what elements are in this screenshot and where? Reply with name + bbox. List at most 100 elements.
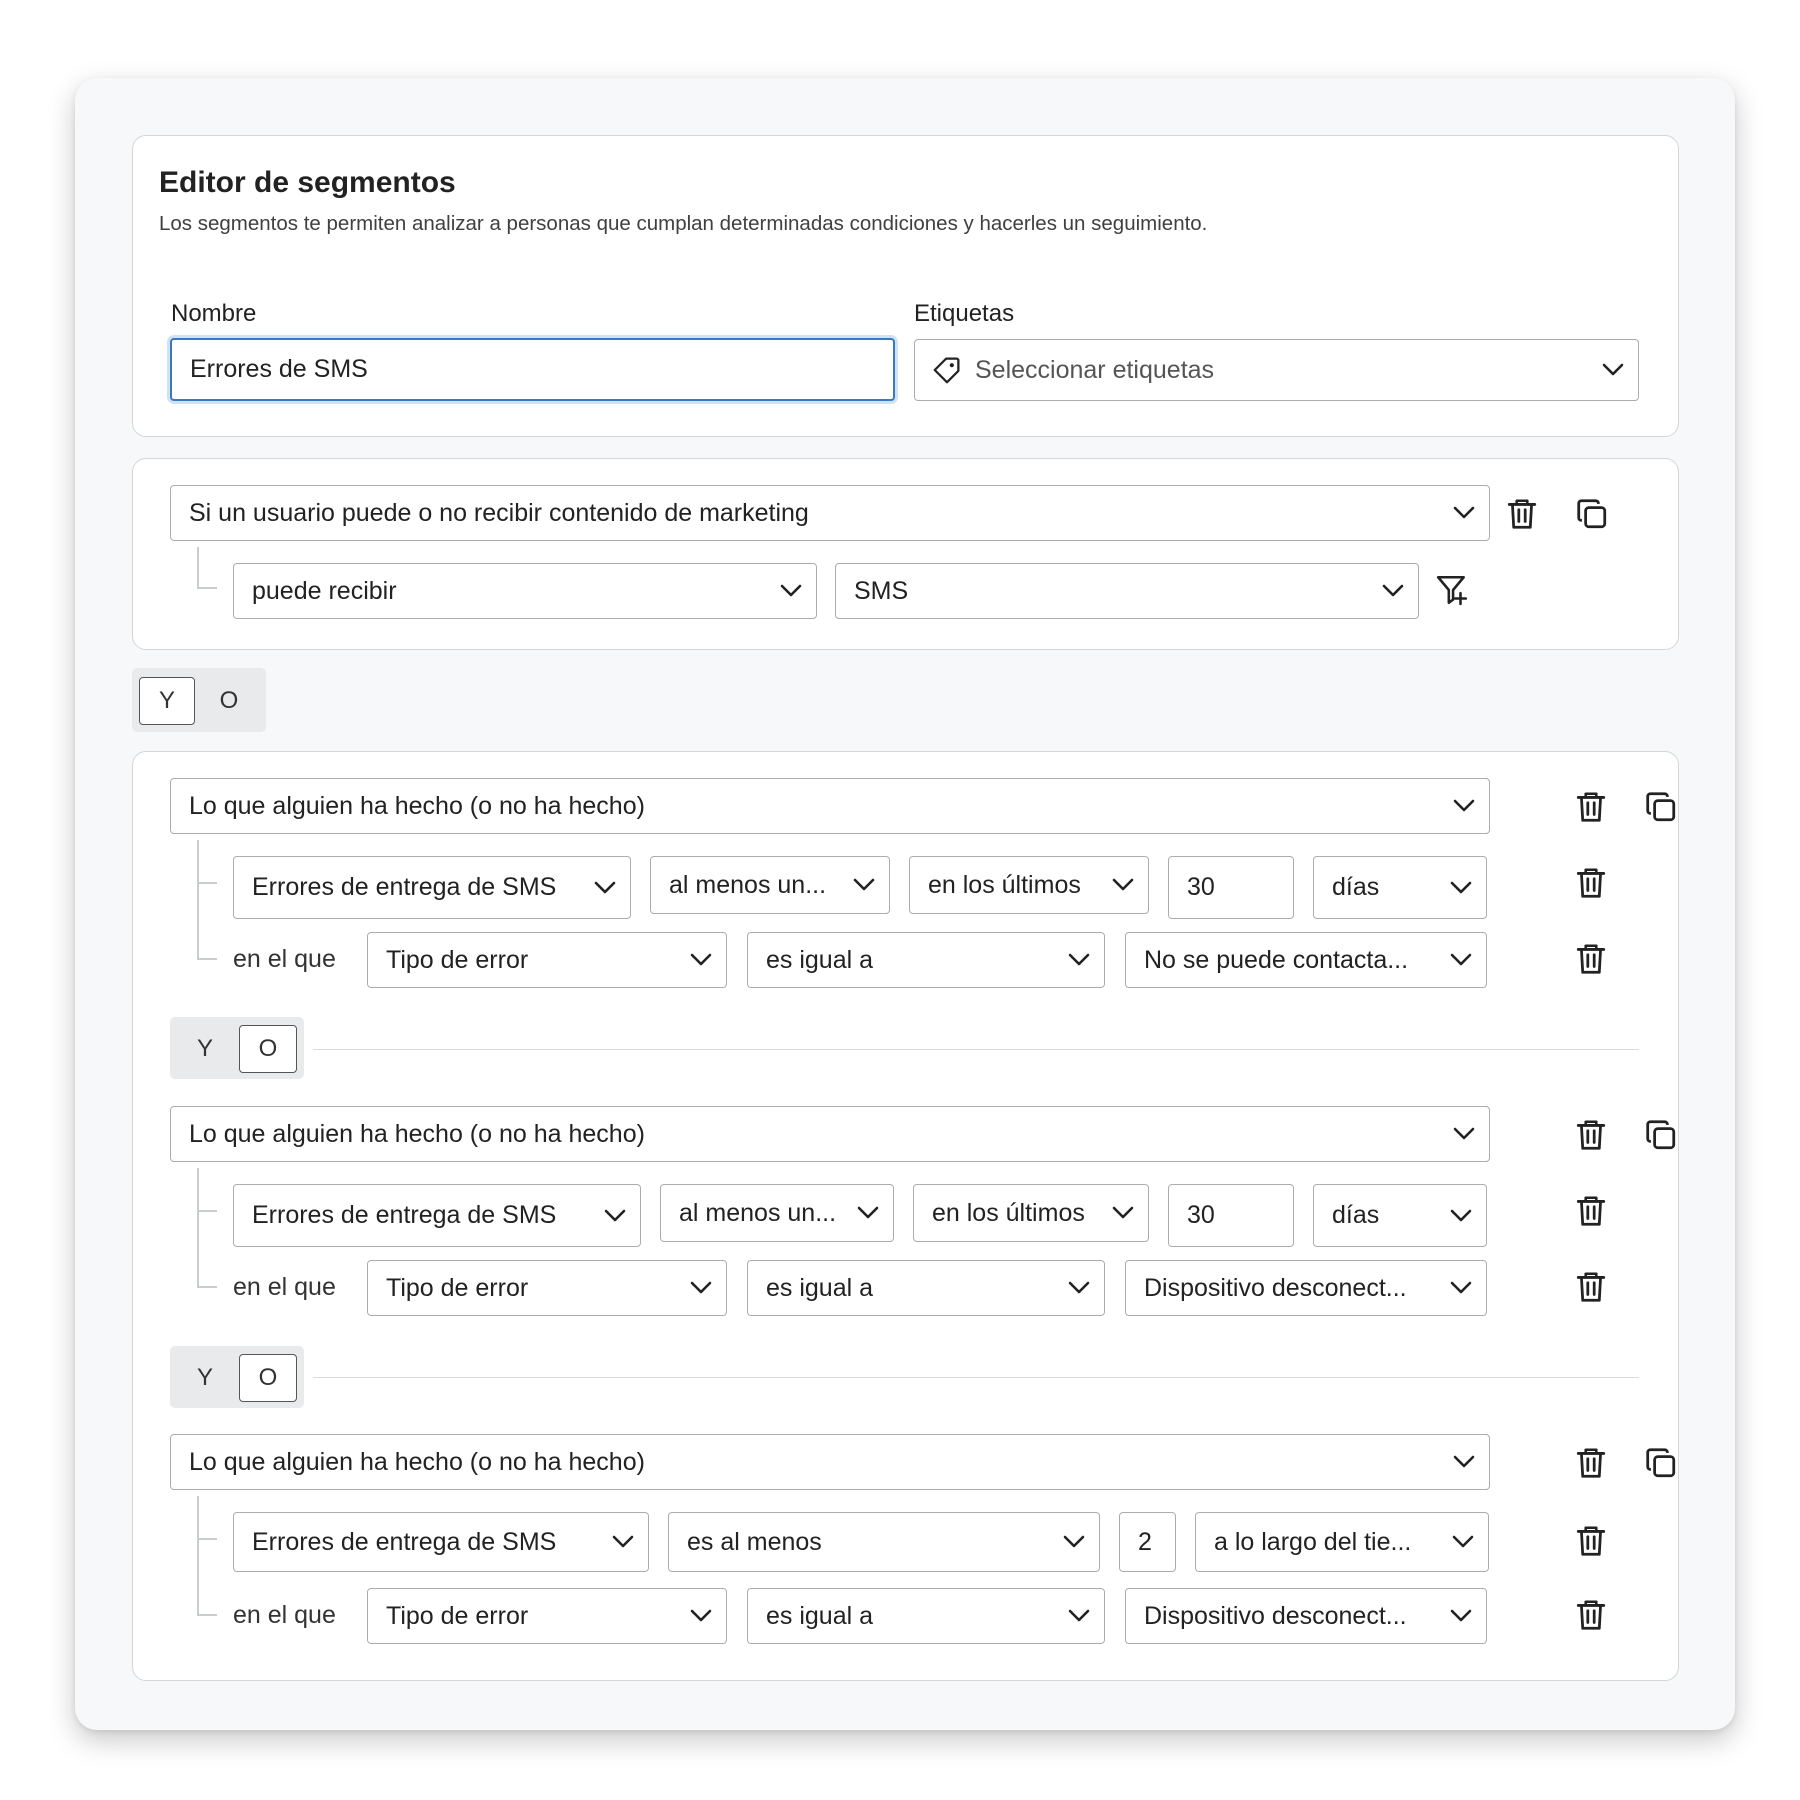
chevron-down-icon bbox=[612, 1535, 634, 1549]
header-card: Editor de segmentos Los segmentos te per… bbox=[132, 135, 1679, 437]
unit-select[interactable]: días bbox=[1313, 856, 1487, 919]
property-select[interactable]: Tipo de error bbox=[367, 1588, 727, 1644]
page-description: Los segmentos te permiten analizar a per… bbox=[159, 212, 1208, 235]
criterion-select[interactable]: Lo que alguien ha hecho (o no ha hecho) bbox=[170, 778, 1490, 834]
operator-value: es igual a bbox=[766, 1601, 874, 1630]
property-select[interactable]: Tipo de error bbox=[367, 932, 727, 988]
filter-add-icon bbox=[1435, 573, 1469, 607]
criterion-select[interactable]: Lo que alguien ha hecho (o no ha hecho) bbox=[170, 1106, 1490, 1162]
segment-name-input[interactable]: Errores de SMS bbox=[170, 338, 895, 401]
segment-name-value: Errores de SMS bbox=[190, 355, 368, 383]
tree-connector bbox=[197, 1286, 217, 1288]
page-title: Editor de segmentos bbox=[159, 166, 456, 199]
tags-select[interactable]: Seleccionar etiquetas bbox=[914, 339, 1639, 401]
criterion-value: Si un usuario puede o no recibir conteni… bbox=[189, 498, 809, 527]
operator-or-option[interactable]: O bbox=[201, 677, 257, 725]
chevron-down-icon bbox=[780, 584, 802, 598]
frequency-value: al menos un... bbox=[679, 1198, 837, 1227]
event-select[interactable]: Errores de entrega de SMS bbox=[233, 1184, 641, 1247]
add-filter-button[interactable] bbox=[1433, 571, 1471, 609]
chevron-down-icon bbox=[1453, 1455, 1475, 1469]
chevron-down-icon bbox=[690, 953, 712, 967]
chevron-down-icon bbox=[1453, 799, 1475, 813]
delete-filter-row-button[interactable] bbox=[1572, 864, 1610, 902]
delete-filter-row-button[interactable] bbox=[1572, 1268, 1610, 1306]
count-value: 2 bbox=[1138, 1527, 1152, 1556]
count-input[interactable]: 2 bbox=[1119, 1512, 1176, 1572]
chevron-down-icon bbox=[1068, 953, 1090, 967]
event-select[interactable]: Errores de entrega de SMS bbox=[233, 1512, 649, 1572]
channel-value: SMS bbox=[854, 576, 909, 605]
unit-select[interactable]: días bbox=[1313, 1184, 1487, 1247]
criterion-value: Lo que alguien ha hecho (o no ha hecho) bbox=[189, 1447, 645, 1476]
tags-label: Etiquetas bbox=[914, 300, 1015, 327]
trash-icon bbox=[1574, 1446, 1608, 1480]
value-select[interactable]: Dispositivo desconect... bbox=[1125, 1260, 1487, 1316]
trash-icon bbox=[1505, 497, 1539, 531]
frequency-select[interactable]: al menos un... bbox=[650, 856, 890, 914]
frequency-select[interactable]: es al menos bbox=[668, 1512, 1100, 1572]
chevron-down-icon bbox=[1450, 1281, 1472, 1295]
delete-filter-row-button[interactable] bbox=[1572, 940, 1610, 978]
operator-or-option[interactable]: O bbox=[239, 1354, 297, 1402]
operator-and-option[interactable]: Y bbox=[177, 1025, 233, 1073]
delete-filter-row-button[interactable] bbox=[1572, 1596, 1610, 1634]
operator-value: es igual a bbox=[766, 945, 874, 974]
criterion-select[interactable]: Lo que alguien ha hecho (o no ha hecho) bbox=[170, 1434, 1490, 1490]
duplicate-filter-button[interactable] bbox=[1642, 1444, 1680, 1482]
criterion-select[interactable]: Si un usuario puede o no recibir conteni… bbox=[170, 485, 1490, 541]
duplicate-filter-button[interactable] bbox=[1642, 1116, 1680, 1154]
chevron-down-icon bbox=[1450, 1609, 1472, 1623]
event-value: Errores de entrega de SMS bbox=[252, 1201, 557, 1229]
duplicate-filter-button[interactable] bbox=[1642, 788, 1680, 826]
chevron-down-icon bbox=[853, 878, 875, 892]
criterion-value: Lo que alguien ha hecho (o no ha hecho) bbox=[189, 791, 645, 820]
chevron-down-icon bbox=[1450, 953, 1472, 967]
delete-filter-row-button[interactable] bbox=[1572, 1522, 1610, 1560]
operator-or-option[interactable]: O bbox=[239, 1025, 297, 1073]
operator-value: es igual a bbox=[766, 1273, 874, 1302]
delete-filter-button[interactable] bbox=[1572, 1116, 1610, 1154]
operator-select[interactable]: es igual a bbox=[747, 1260, 1105, 1316]
tree-connector bbox=[197, 1614, 217, 1616]
trash-icon bbox=[1574, 1598, 1608, 1632]
count-input[interactable]: 30 bbox=[1168, 1184, 1294, 1247]
operator-and-option[interactable]: Y bbox=[139, 677, 195, 725]
timeframe-select[interactable]: en los últimos bbox=[909, 856, 1149, 914]
event-select[interactable]: Errores de entrega de SMS bbox=[233, 856, 631, 919]
chevron-down-icon bbox=[1112, 1206, 1134, 1220]
operator-select[interactable]: es igual a bbox=[747, 932, 1105, 988]
tree-connector bbox=[197, 1538, 217, 1540]
operator-select[interactable]: es igual a bbox=[747, 1588, 1105, 1644]
value-select[interactable]: Dispositivo desconect... bbox=[1125, 1588, 1487, 1644]
unit-value: días bbox=[1332, 1201, 1380, 1229]
chevron-down-icon bbox=[690, 1609, 712, 1623]
chevron-down-icon bbox=[1068, 1281, 1090, 1295]
filter-operator-toggle: Y O bbox=[170, 1017, 304, 1079]
copy-icon bbox=[1644, 1118, 1678, 1152]
timeframe-select[interactable]: a lo largo del tie... bbox=[1195, 1512, 1489, 1572]
trash-icon bbox=[1574, 1524, 1608, 1558]
delete-filter-button[interactable] bbox=[1572, 788, 1610, 826]
chevron-down-icon bbox=[1068, 1609, 1090, 1623]
where-label: en el que bbox=[233, 1273, 336, 1301]
chevron-down-icon bbox=[594, 881, 616, 895]
operator-and-option[interactable]: Y bbox=[177, 1354, 233, 1402]
timeframe-select[interactable]: en los últimos bbox=[913, 1184, 1149, 1242]
frequency-value: al menos un... bbox=[669, 870, 827, 899]
property-select[interactable]: Tipo de error bbox=[367, 1260, 727, 1316]
value-select[interactable]: No se puede contacta... bbox=[1125, 932, 1487, 988]
filter-operator-toggle: Y O bbox=[170, 1346, 304, 1408]
delete-filter-button[interactable] bbox=[1572, 1444, 1610, 1482]
delete-group-button[interactable] bbox=[1503, 495, 1541, 533]
delete-filter-row-button[interactable] bbox=[1572, 1192, 1610, 1230]
tree-connector bbox=[197, 1210, 217, 1212]
count-input[interactable]: 30 bbox=[1168, 856, 1294, 919]
duplicate-group-button[interactable] bbox=[1573, 495, 1611, 533]
chevron-down-icon bbox=[857, 1206, 879, 1220]
permission-select[interactable]: puede recibir bbox=[233, 563, 817, 619]
chevron-down-icon bbox=[1450, 1209, 1472, 1223]
chevron-down-icon bbox=[604, 1209, 626, 1223]
frequency-select[interactable]: al menos un... bbox=[660, 1184, 894, 1242]
channel-select[interactable]: SMS bbox=[835, 563, 1419, 619]
